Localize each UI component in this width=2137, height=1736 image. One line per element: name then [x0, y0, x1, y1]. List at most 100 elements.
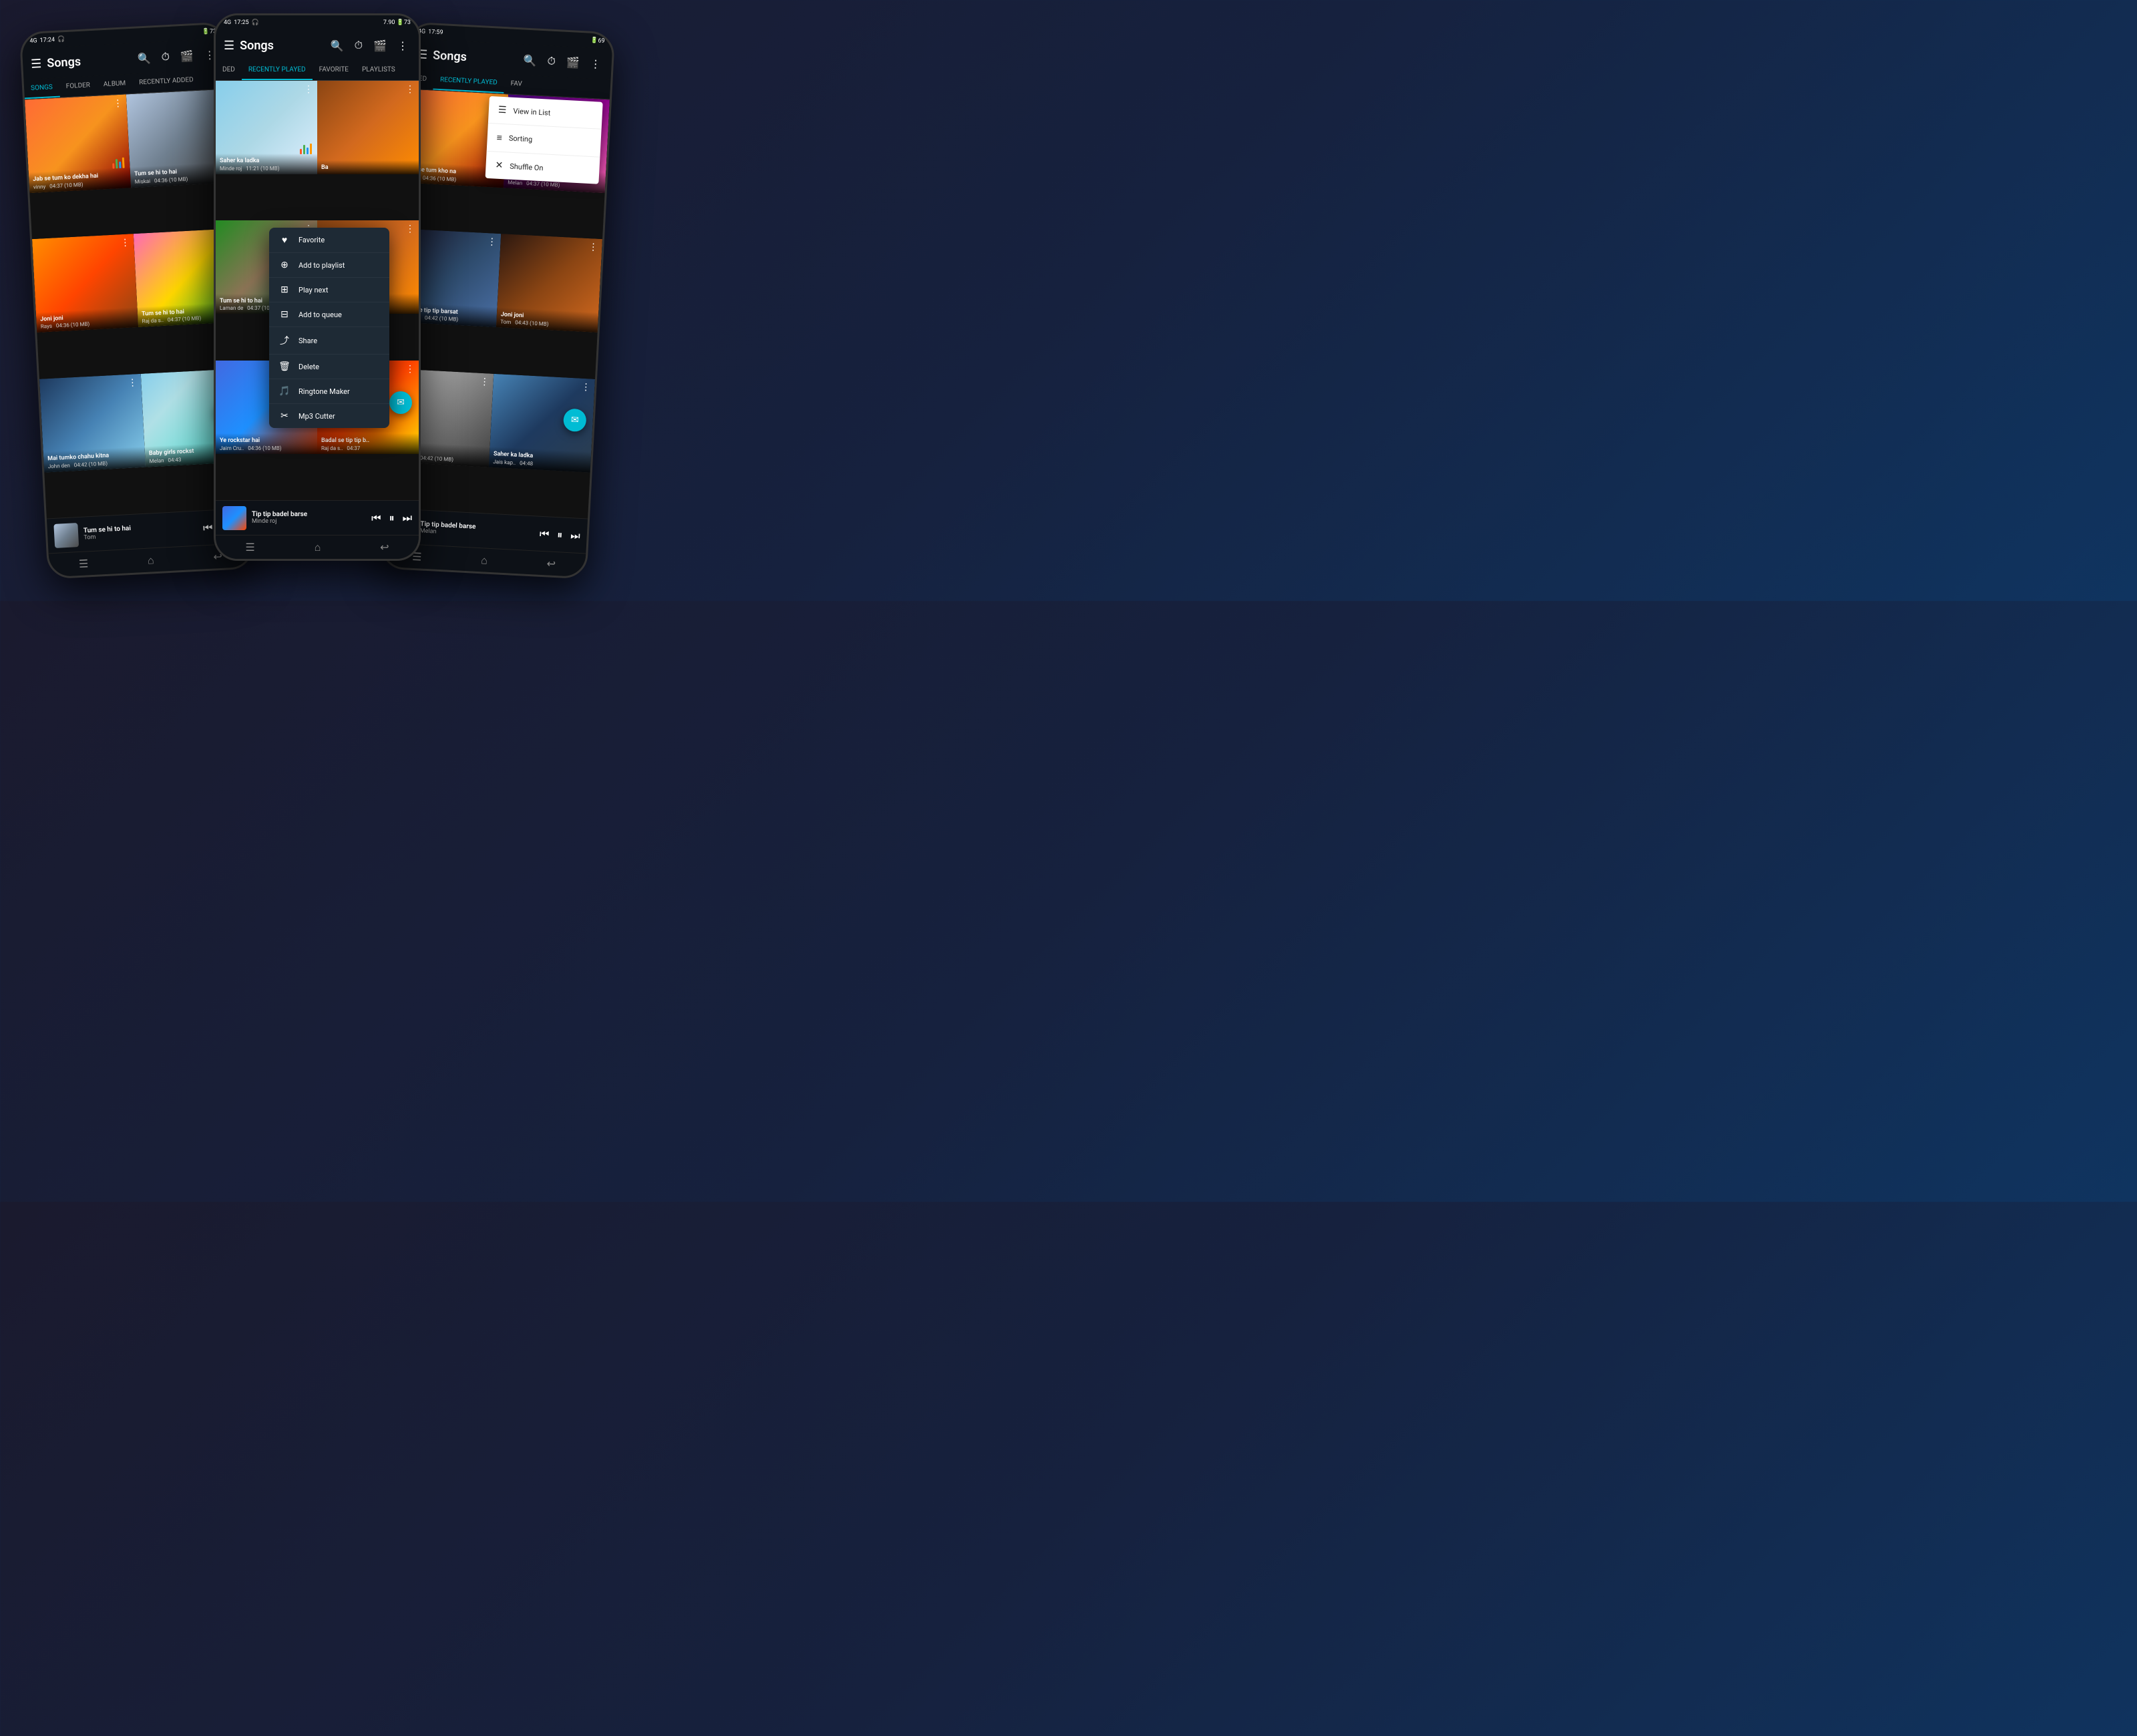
- context-add-queue[interactable]: ⊟ Add to queue: [269, 302, 389, 327]
- context-favorite[interactable]: ♥ Favorite: [269, 228, 389, 253]
- context-delete[interactable]: 🗑 Delete: [269, 355, 389, 379]
- status-right-center: 7.90 🔋73: [383, 19, 411, 26]
- nav-back-right[interactable]: ↩: [546, 557, 556, 570]
- video-icon-right[interactable]: 🎬: [563, 53, 582, 71]
- app-title-center: Songs: [240, 39, 323, 53]
- more-btn-center-1[interactable]: ⋮: [405, 85, 415, 94]
- nav-home-right[interactable]: ⌂: [481, 554, 488, 566]
- np-controls-center: ⏮ ⏸ ⏭: [371, 511, 412, 525]
- context-play-next[interactable]: ⊞ Play next: [269, 278, 389, 302]
- more-btn-right-2[interactable]: ⋮: [487, 237, 497, 247]
- tab-fav-right[interactable]: FAV: [504, 74, 530, 95]
- nav-home-left[interactable]: ⌂: [148, 554, 155, 566]
- video-icon-left[interactable]: 🎬: [177, 46, 196, 65]
- search-icon-right[interactable]: 🔍: [520, 51, 540, 69]
- next-btn-center[interactable]: ⏭: [403, 511, 412, 525]
- menu-icon-center[interactable]: ☰: [224, 39, 234, 53]
- video-icon-center[interactable]: 🎬: [371, 37, 389, 55]
- tab-playlists-center[interactable]: PLAYLISTS: [355, 61, 402, 80]
- song-card-center-0[interactable]: ⋮ Saher ka ladka Minde roj 11:21 (10 MB): [216, 81, 317, 174]
- tab-recently-right[interactable]: RECENTLY PLAYED: [433, 71, 504, 93]
- nav-menu-center[interactable]: ☰: [245, 541, 254, 554]
- next-btn-right[interactable]: ⏭: [570, 529, 580, 543]
- signal-icon: 4G: [29, 37, 37, 45]
- pause-btn-center[interactable]: ⏸: [389, 511, 395, 525]
- more-btn-right-5[interactable]: ⋮: [581, 382, 591, 392]
- song-info-left-0: Jab se tum ko dekha hai vinny 04:37 (10 …: [29, 167, 131, 193]
- np-artist-center: Minde roj: [252, 518, 366, 525]
- context-playlist-label: Add to playlist: [299, 261, 345, 270]
- song-title-center-5: Badal se tip tip b..: [321, 437, 415, 445]
- song-card-center-1[interactable]: ⋮ Ba: [317, 81, 419, 174]
- search-icon-center[interactable]: 🔍: [328, 37, 347, 55]
- more-btn-right-3[interactable]: ⋮: [588, 242, 598, 252]
- more-icon-right[interactable]: ⋮: [587, 54, 604, 73]
- timer-icon-right[interactable]: ⏱: [544, 51, 559, 71]
- more-btn-center-5[interactable]: ⋮: [405, 365, 415, 374]
- search-icon-left[interactable]: 🔍: [134, 49, 154, 67]
- battery-icon-center: 7.90 🔋73: [383, 19, 411, 26]
- app-header-center: ☰ Songs 🔍 ⏱ 🎬 ⋮: [216, 30, 419, 61]
- song-card-left-2[interactable]: ⋮ Joni joni Rays 04:36 (10 MB): [32, 234, 138, 333]
- nav-home-center[interactable]: ⌂: [315, 541, 321, 554]
- tabs-bar-center: DED RECENTLY PLAYED FAVORITE PLAYLISTS: [216, 61, 419, 81]
- prev-btn-center[interactable]: ⏮: [371, 511, 381, 525]
- pause-btn-right[interactable]: ⏸: [557, 528, 563, 541]
- prev-btn-right[interactable]: ⏮: [539, 527, 549, 541]
- ringtone-icon: 🎵: [278, 386, 290, 397]
- sorting-icon: ≡: [496, 132, 502, 144]
- song-meta-center-0: Minde roj 11:21 (10 MB): [220, 166, 313, 172]
- more-btn-left-2[interactable]: ⋮: [120, 238, 130, 248]
- song-info-center-4: Ye rockstar hai Jaim Cru.. 04:36 (10 MB): [216, 433, 317, 454]
- np-thumb-center: [222, 506, 246, 530]
- app-title-left: Songs: [47, 52, 130, 70]
- more-icon-center[interactable]: ⋮: [395, 37, 411, 55]
- context-mp3cutter-label: Mp3 Cutter: [299, 412, 335, 421]
- more-btn-right-4[interactable]: ⋮: [479, 377, 490, 387]
- more-btn-center-3[interactable]: ⋮: [405, 224, 415, 234]
- email-fab-center[interactable]: ✉: [389, 391, 412, 414]
- shuffle-icon: ✕: [495, 160, 504, 172]
- menu-icon-left[interactable]: ☰: [31, 56, 42, 71]
- context-playnext-label: Play next: [299, 286, 328, 294]
- context-ringtone[interactable]: 🎵 Ringtone Maker: [269, 379, 389, 404]
- prev-btn-left[interactable]: ⏮: [203, 521, 213, 535]
- battery-icon-right: 🔋69: [590, 37, 605, 45]
- tab-ded-center[interactable]: DED: [216, 61, 242, 80]
- song-card-left-4[interactable]: ⋮ Mai tumko chahu kitna John den 04:42 (…: [39, 374, 146, 473]
- song-card-right-3[interactable]: ⋮ Joni joni Tom 04:43 (10 MB): [496, 234, 602, 333]
- timer-icon-left[interactable]: ⏱: [158, 47, 173, 67]
- tab-favorite-center[interactable]: FAVORITE: [313, 61, 355, 80]
- song-info-center-1: Ba: [317, 160, 419, 174]
- status-right-right: 🔋69: [590, 37, 605, 45]
- song-card-right-5[interactable]: ⋮ Saher ka ladka Jais kap.. 04:48 ✉: [489, 374, 595, 473]
- context-add-playlist[interactable]: ⊕ Add to playlist: [269, 253, 389, 278]
- nav-back-center[interactable]: ↩: [380, 541, 389, 554]
- tab-recently-center[interactable]: RECENTLY PLAYED: [242, 61, 313, 80]
- context-mp3cutter[interactable]: ✂ Mp3 Cutter: [269, 404, 389, 428]
- tab-folder-left[interactable]: FOLDER: [59, 76, 98, 97]
- tab-album-left[interactable]: ALBUM: [96, 74, 133, 95]
- song-title-center-4: Ye rockstar hai: [220, 437, 313, 445]
- tab-songs-left[interactable]: SONGS: [23, 78, 59, 99]
- time-center: 17:25: [234, 19, 248, 26]
- nav-bar-center: ☰ ⌂ ↩: [216, 535, 419, 559]
- more-btn-center-0[interactable]: ⋮: [304, 85, 313, 94]
- nav-menu-left[interactable]: ☰: [78, 557, 88, 570]
- now-playing-bar-center: Tip tip badel barse Minde roj ⏮ ⏸ ⏭: [216, 500, 419, 535]
- headphone-icon: 🎧: [57, 36, 65, 43]
- song-card-left-0[interactable]: ⋮ Jab se tum ko dekha hai vinny 04:37 (1…: [25, 94, 131, 193]
- np-info-center: Tip tip badel barse Minde roj: [252, 511, 366, 525]
- song-info-center-0: Saher ka ladka Minde roj 11:21 (10 MB): [216, 154, 317, 174]
- context-share[interactable]: ⤴ Share: [269, 327, 389, 355]
- phone-center: 4G 17:25 🎧 7.90 🔋73 ☰ Songs 🔍 ⏱ 🎬 ⋮ DED …: [214, 13, 421, 561]
- more-btn-left-4[interactable]: ⋮: [128, 378, 138, 388]
- context-favorite-label: Favorite: [299, 236, 325, 244]
- timer-icon-center[interactable]: ⏱: [352, 36, 365, 55]
- viewlist-icon: ☰: [498, 105, 507, 116]
- tab-recently-left[interactable]: RECENTLY ADDED: [132, 71, 201, 93]
- time-right: 17:59: [428, 29, 443, 36]
- more-btn-left-0[interactable]: ⋮: [113, 99, 123, 109]
- context-ringtone-label: Ringtone Maker: [299, 387, 350, 396]
- song-info-right-3: Joni joni Tom 04:43 (10 MB): [496, 307, 598, 333]
